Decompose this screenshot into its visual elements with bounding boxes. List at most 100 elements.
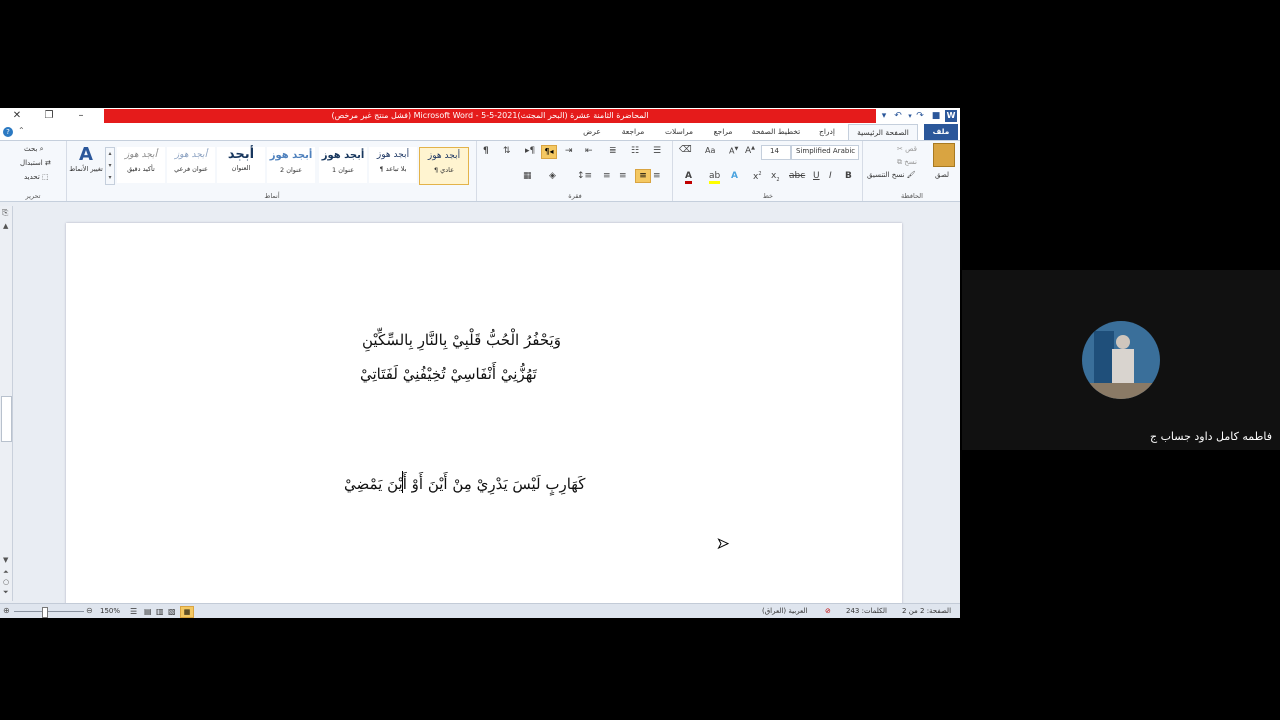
superscript-icon[interactable]: x2	[753, 171, 762, 182]
style-heading-1[interactable]: أبجد هوز عنوان 1	[319, 147, 367, 183]
minimize-button[interactable]: –	[68, 108, 94, 124]
tab-page-layout[interactable]: تخطيط الصفحة	[748, 124, 804, 140]
previous-page-icon[interactable]: ⏶	[3, 568, 9, 577]
style-subtitle[interactable]: أبجد هوز عنوان فرعي	[167, 147, 215, 183]
print-layout-icon[interactable]: ▦	[180, 606, 194, 618]
proofing-icon[interactable]: ⊘	[825, 604, 831, 618]
rtl-direction-icon[interactable]: ¶◂	[541, 145, 557, 159]
font-color-icon[interactable]: A	[685, 171, 692, 184]
avatar-door-shape	[1094, 331, 1114, 391]
style-subtle-emphasis[interactable]: أبجد هوز تأكيد دقيق	[117, 147, 165, 183]
restore-button[interactable]: ❐	[36, 108, 62, 124]
word-count[interactable]: الكلمات: 243	[846, 604, 887, 618]
scroll-thumb[interactable]	[1, 396, 12, 442]
show-marks-icon[interactable]: ¶	[483, 146, 489, 156]
avatar-body-shape	[1112, 349, 1134, 383]
vertical-scrollbar[interactable]: ⎘ ▲ ▼ ⏶ ○ ⏷	[0, 206, 13, 601]
italic-icon[interactable]: I	[829, 171, 832, 181]
tab-home[interactable]: الصفحة الرئيسية	[848, 124, 918, 140]
change-styles-button[interactable]: A تغيير الأنماط	[69, 144, 103, 174]
text-effects-icon[interactable]: A	[731, 171, 738, 181]
browse-object-icon[interactable]: ○	[3, 578, 9, 586]
undo-icon[interactable]: ↶	[892, 110, 904, 122]
draft-view-icon[interactable]: ☰	[130, 604, 137, 618]
document-page[interactable]: وَيَحْفُرُ الْحُبُّ قَلْبِيْ بِالنَّارِ …	[66, 223, 902, 613]
close-button[interactable]: ✕	[4, 108, 30, 124]
align-justify-icon[interactable]: ≡	[635, 169, 651, 183]
zoom-slider-thumb[interactable]	[42, 607, 48, 618]
bold-icon[interactable]: B	[845, 171, 852, 181]
save-icon[interactable]: ■	[930, 110, 942, 122]
change-case-icon[interactable]: Aa	[705, 146, 715, 155]
paste-button[interactable]: لصق	[935, 171, 949, 179]
redo-icon[interactable]: ↷	[914, 110, 926, 122]
outline-view-icon[interactable]: ▤	[144, 604, 152, 618]
avatar-head-shape	[1116, 335, 1130, 349]
tab-insert[interactable]: إدراج	[812, 124, 842, 140]
page-number[interactable]: الصفحة: 2 من 2	[902, 604, 951, 618]
ltr-direction-icon[interactable]: ▸¶	[525, 146, 535, 156]
zoom-out-icon[interactable]: ⊖	[86, 606, 93, 615]
scissors-icon: ✂	[897, 145, 903, 153]
replace-button[interactable]: استبدال ⇄	[20, 159, 51, 167]
decrease-indent-icon[interactable]: ⇤	[585, 146, 593, 156]
cut-button[interactable]: ✂ قص	[897, 145, 917, 153]
change-styles-icon: A	[79, 144, 93, 165]
bullets-icon[interactable]: ☰	[653, 146, 661, 156]
sort-icon[interactable]: ⇅	[503, 146, 511, 156]
zoom-slider[interactable]	[14, 611, 84, 612]
language-status[interactable]: العربية (العراق)	[762, 604, 808, 618]
style-preview: أبجد هوز	[376, 150, 410, 160]
strikethrough-icon[interactable]: abc	[789, 171, 805, 181]
web-layout-icon[interactable]: ▥	[156, 604, 164, 618]
shading-icon[interactable]: ◈	[549, 171, 556, 181]
copy-button[interactable]: ⧉ نسخ	[897, 158, 917, 167]
style-preview: أبجد	[227, 147, 255, 162]
numbering-icon[interactable]: ☷	[631, 146, 639, 156]
font-size-box[interactable]: 14	[761, 145, 791, 160]
style-name: تأكيد دقيق	[127, 165, 155, 173]
clear-format-icon[interactable]: ⌫	[679, 145, 692, 155]
multilevel-list-icon[interactable]: ≣	[609, 146, 617, 156]
clipboard-group: لصق ✂ قص ⧉ نسخ نسخ التنسيق 🖌 الحافظة	[862, 141, 960, 201]
style-name: ¶ بلا تباعد	[379, 165, 407, 173]
align-right-icon[interactable]: ≡	[653, 171, 661, 181]
find-label: بحث	[24, 145, 38, 153]
paste-icon[interactable]	[933, 143, 955, 167]
select-button[interactable]: تحديد ⬚	[24, 173, 49, 181]
view-ruler-icon[interactable]: ⎘	[2, 208, 8, 218]
zoom-level[interactable]: 150%	[100, 604, 120, 618]
next-page-icon[interactable]: ⏷	[3, 588, 9, 597]
tab-review[interactable]: مراجعة	[616, 124, 650, 140]
tab-view[interactable]: عرض	[578, 124, 606, 140]
format-painter-button[interactable]: نسخ التنسيق 🖌	[867, 171, 916, 179]
scroll-down-icon[interactable]: ▼	[3, 556, 8, 564]
borders-icon[interactable]: ▦	[523, 171, 532, 181]
subscript-icon[interactable]: x2	[771, 171, 780, 183]
align-left-icon[interactable]: ≡	[603, 171, 611, 181]
help-icon[interactable]: ?	[3, 127, 13, 137]
align-center-icon[interactable]: ≡	[619, 171, 627, 181]
tab-references[interactable]: مراجع	[708, 124, 738, 140]
style-heading-2[interactable]: أبجد هوز عنوان 2	[267, 147, 315, 183]
qat-dropdown-icon[interactable]: ▾	[878, 110, 890, 122]
style-no-spacing[interactable]: أبجد هوز ¶ بلا تباعد	[369, 147, 417, 183]
zoom-in-icon[interactable]: ⊕	[3, 606, 10, 615]
font-name-box[interactable]: Simplified Arabic	[791, 145, 859, 160]
underline-icon[interactable]: U	[813, 171, 820, 181]
tab-mailings[interactable]: مراسلات	[658, 124, 700, 140]
find-button[interactable]: بحث ⌕	[24, 145, 44, 154]
style-normal[interactable]: أبجد هوز ¶ عادي	[419, 147, 469, 185]
grow-font-icon[interactable]: A▲	[745, 145, 755, 156]
tab-file[interactable]: ملف	[924, 124, 958, 140]
minimize-ribbon-icon[interactable]: ⌃	[18, 126, 25, 135]
style-title[interactable]: أبجد العنوان	[217, 147, 265, 183]
style-name: العنوان	[231, 164, 251, 172]
scroll-up-icon[interactable]: ▲	[3, 222, 8, 230]
increase-indent-icon[interactable]: ⇥	[565, 146, 573, 156]
shrink-font-icon[interactable]: A▼	[729, 146, 738, 156]
styles-scroll-icon[interactable]: ▴ ▾ ▾	[105, 147, 115, 185]
reading-view-icon[interactable]: ▧	[168, 604, 176, 618]
line-spacing-icon[interactable]: ↕≡	[577, 171, 592, 181]
highlight-icon[interactable]: ab	[709, 171, 721, 184]
